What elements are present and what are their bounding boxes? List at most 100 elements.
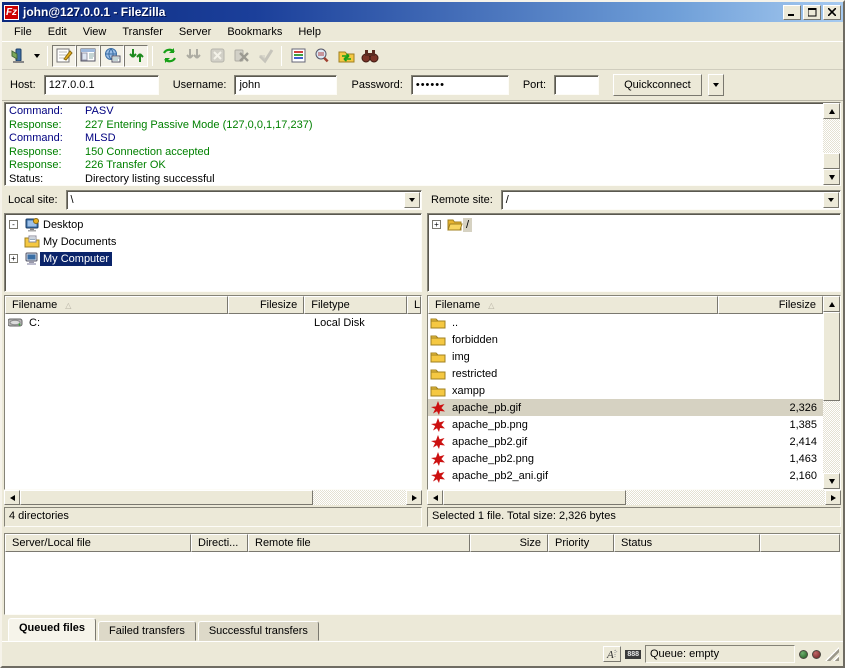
file-row[interactable]: img	[428, 348, 823, 365]
menu-server[interactable]: Server	[171, 23, 219, 41]
site-manager-button[interactable]	[6, 45, 30, 67]
file-row[interactable]: apache_pb2.gif 2,414	[428, 433, 823, 450]
sort-ascending-icon: △	[65, 301, 71, 310]
expand-icon[interactable]: +	[432, 220, 441, 229]
tab-queued-files[interactable]: Queued files	[8, 618, 96, 641]
triangle-up-icon	[829, 109, 835, 114]
file-row[interactable]: apache_pb2.png 1,463	[428, 450, 823, 467]
scroll-thumb[interactable]	[823, 312, 840, 401]
username-input[interactable]	[234, 75, 337, 95]
remote-site-combo[interactable]: /	[501, 190, 841, 210]
refresh-button[interactable]	[157, 45, 181, 67]
tree-item-my-documents[interactable]: My Documents	[5, 233, 421, 250]
scroll-track[interactable]	[823, 312, 840, 473]
tree-item-desktop[interactable]: - Desktop	[5, 216, 421, 233]
column-header-status[interactable]: Status	[614, 534, 760, 552]
resize-grip[interactable]	[825, 647, 839, 661]
quickconnect-button[interactable]: Quickconnect	[613, 74, 702, 96]
transfer-type-indicator[interactable]: A	[603, 646, 621, 662]
column-header-filesize[interactable]: Filesize	[228, 296, 304, 314]
maximize-button[interactable]	[803, 5, 821, 20]
menu-transfer[interactable]: Transfer	[114, 23, 171, 41]
port-input[interactable]	[554, 75, 599, 95]
column-header-filename[interactable]: Filename△	[428, 296, 718, 314]
file-row[interactable]: apache_pb2_ani.gif 2,160	[428, 467, 823, 484]
scroll-track[interactable]	[20, 490, 406, 505]
toggle-message-log-button[interactable]	[52, 45, 76, 67]
file-name: ..	[446, 317, 723, 329]
scroll-track[interactable]	[443, 490, 825, 505]
file-row[interactable]: xampp	[428, 382, 823, 399]
scroll-left-button[interactable]	[4, 490, 20, 505]
disconnect-button[interactable]	[229, 45, 253, 67]
scroll-down-button[interactable]	[823, 169, 840, 185]
menu-bookmarks[interactable]: Bookmarks	[219, 23, 290, 41]
remote-vertical-scrollbar[interactable]	[823, 296, 840, 489]
tree-item-label[interactable]: Desktop	[40, 218, 86, 232]
scroll-up-button[interactable]	[823, 296, 840, 312]
toggle-local-tree-button[interactable]	[76, 45, 100, 67]
scroll-thumb[interactable]	[823, 153, 840, 169]
tree-item-label[interactable]: My Computer	[40, 252, 112, 266]
quickconnect-dropdown[interactable]	[708, 74, 724, 96]
menu-help[interactable]: Help	[290, 23, 329, 41]
scroll-left-button[interactable]	[427, 490, 443, 505]
column-header-direction[interactable]: Directi...	[191, 534, 248, 552]
speed-limits-indicator[interactable]: 888	[625, 650, 641, 659]
scroll-right-button[interactable]	[406, 490, 422, 505]
cancel-operation-button[interactable]	[205, 45, 229, 67]
scroll-up-button[interactable]	[823, 103, 840, 119]
scroll-track[interactable]	[823, 119, 840, 169]
column-header-priority[interactable]: Priority	[548, 534, 614, 552]
process-queue-button[interactable]	[181, 45, 205, 67]
tree-item-root[interactable]: + /	[428, 216, 840, 233]
local-horizontal-scrollbar[interactable]	[4, 490, 422, 505]
tree-item-label[interactable]: /	[463, 218, 472, 232]
file-row-selected[interactable]: apache_pb.gif 2,326	[428, 399, 823, 416]
column-header-size[interactable]: Size	[470, 534, 548, 552]
host-input[interactable]	[44, 75, 159, 95]
local-site-dropdown[interactable]	[404, 192, 420, 208]
minimize-button[interactable]	[783, 5, 801, 20]
column-header-filesize[interactable]: Filesize	[718, 296, 823, 314]
password-input[interactable]	[411, 75, 509, 95]
scroll-thumb[interactable]	[443, 490, 626, 505]
menu-view[interactable]: View	[75, 23, 115, 41]
tree-item-my-computer[interactable]: + My Computer	[5, 250, 421, 267]
file-row-c-drive[interactable]: C: Local Disk	[5, 314, 421, 331]
reconnect-button[interactable]	[253, 45, 277, 67]
local-site-combo[interactable]: \	[66, 190, 422, 210]
tree-item-label[interactable]: My Documents	[40, 235, 119, 249]
site-manager-dropdown[interactable]	[30, 45, 43, 67]
close-button[interactable]	[823, 5, 841, 20]
scroll-thumb[interactable]	[20, 490, 313, 505]
file-row[interactable]: restricted	[428, 365, 823, 382]
column-header-last-modified[interactable]: L	[407, 296, 421, 314]
file-row[interactable]: apache_pb.png 1,385	[428, 416, 823, 433]
scroll-right-button[interactable]	[825, 490, 841, 505]
toggle-transfer-queue-button[interactable]	[124, 45, 148, 67]
column-header-filename[interactable]: Filename△	[5, 296, 228, 314]
collapse-icon[interactable]: -	[9, 220, 18, 229]
file-row[interactable]: ..	[428, 314, 823, 331]
filter-button[interactable]	[286, 45, 310, 67]
find-files-button[interactable]	[358, 45, 382, 67]
tab-failed-transfers[interactable]: Failed transfers	[98, 621, 196, 641]
column-header-server-local-file[interactable]: Server/Local file	[5, 534, 191, 552]
log-vertical-scrollbar[interactable]	[823, 103, 840, 185]
scroll-down-button[interactable]	[823, 473, 840, 489]
expand-icon[interactable]: +	[9, 254, 18, 263]
remote-site-dropdown[interactable]	[823, 192, 839, 208]
log-line: Command:PASV	[9, 105, 819, 119]
tab-successful-transfers[interactable]: Successful transfers	[198, 621, 319, 641]
column-header-remote-file[interactable]: Remote file	[248, 534, 470, 552]
image-file-icon	[430, 435, 446, 449]
remote-horizontal-scrollbar[interactable]	[427, 490, 841, 505]
directory-comparison-button[interactable]	[310, 45, 334, 67]
menu-file[interactable]: File	[6, 23, 40, 41]
menu-edit[interactable]: Edit	[40, 23, 75, 41]
column-header-filetype[interactable]: Filetype	[304, 296, 407, 314]
file-row[interactable]: forbidden	[428, 331, 823, 348]
toggle-remote-tree-button[interactable]	[100, 45, 124, 67]
synchronized-browsing-button[interactable]	[334, 45, 358, 67]
